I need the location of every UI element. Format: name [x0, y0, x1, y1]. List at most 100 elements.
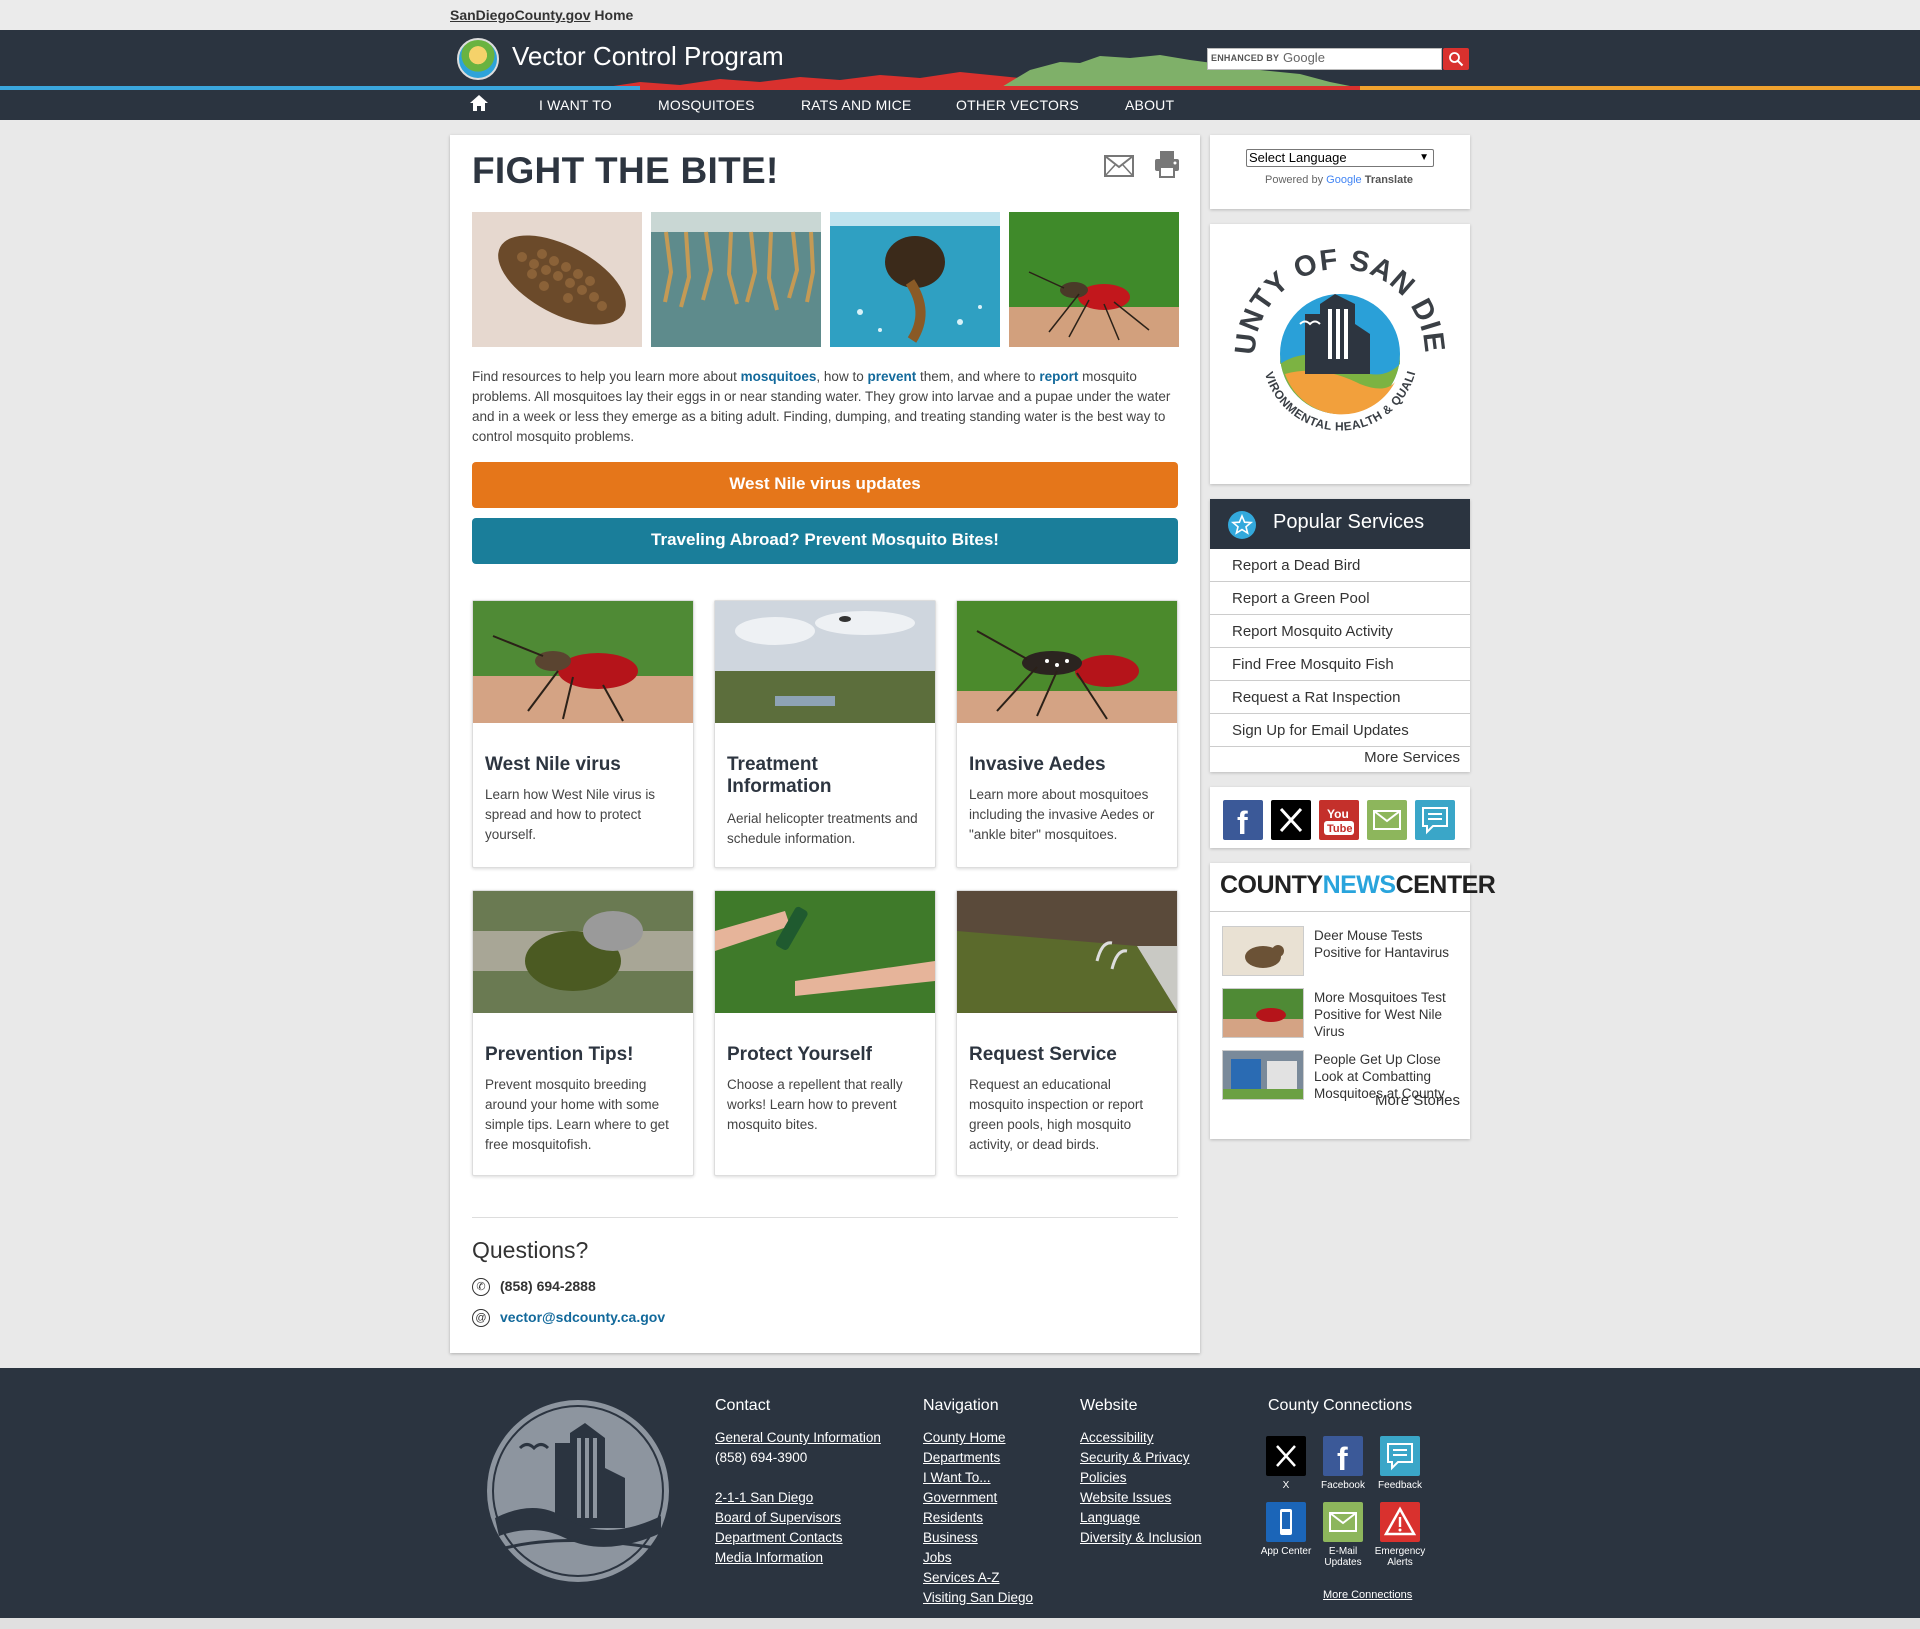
footer-link[interactable]: I Want To...	[923, 1470, 991, 1485]
service-item[interactable]: Sign Up for Email Updates	[1210, 714, 1470, 747]
traveling-abroad-button[interactable]: Traveling Abroad? Prevent Mosquito Bites…	[472, 518, 1178, 564]
nav-mosquitoes[interactable]: MOSQUITOES	[658, 97, 755, 113]
service-item-label[interactable]: Sign Up for Email Updates	[1232, 722, 1409, 739]
youtube-icon[interactable]: You Tube	[1319, 800, 1359, 840]
county-news-center-logo[interactable]: COUNTYNEWSCENTER	[1220, 871, 1496, 900]
service-item[interactable]: Find Free Mosquito Fish	[1210, 648, 1470, 681]
facebook-icon[interactable]: f	[1323, 1436, 1363, 1477]
feedback-icon[interactable]	[1415, 800, 1455, 840]
x-icon[interactable]	[1271, 800, 1311, 840]
footer-link[interactable]: Jobs	[923, 1550, 952, 1565]
email-updates-icon[interactable]	[1323, 1502, 1363, 1542]
card-text: Learn more about mosquitoes including th…	[969, 787, 1155, 842]
service-item[interactable]: Report a Dead Bird	[1210, 549, 1470, 582]
service-item[interactable]: Report Mosquito Activity	[1210, 615, 1470, 648]
service-item-label[interactable]: Request a Rat Inspection	[1232, 689, 1400, 706]
service-item[interactable]: Report a Green Pool	[1210, 582, 1470, 615]
news-thumb-deer-mouse[interactable]	[1222, 926, 1304, 976]
print-icon[interactable]	[1154, 150, 1180, 178]
site-title[interactable]: Vector Control Program	[512, 41, 784, 72]
footer-link[interactable]: Services A-Z	[923, 1570, 1000, 1585]
footer-link[interactable]: General County Information	[715, 1430, 881, 1445]
nav-i-want-to[interactable]: I WANT TO	[539, 97, 612, 113]
at-icon: @	[472, 1309, 490, 1327]
card-protect-yourself[interactable]: Protect Yourself Choose a repellent that…	[714, 890, 936, 1176]
search-input[interactable]: ENHANCED BY Google	[1207, 48, 1442, 70]
footer-link[interactable]: Diversity & Inclusion	[1080, 1530, 1202, 1545]
translate-link[interactable]: Translate	[1365, 174, 1413, 186]
home-icon[interactable]	[469, 93, 489, 113]
card-prevention-tips[interactable]: Prevention Tips! Prevent mosquito breedi…	[472, 890, 694, 1176]
footer-link[interactable]: Visiting San Diego	[923, 1590, 1033, 1605]
nav-other-vectors[interactable]: OTHER VECTORS	[956, 97, 1079, 113]
email-icon[interactable]	[1367, 800, 1407, 840]
x-icon[interactable]	[1266, 1436, 1306, 1476]
powered-by-label: Powered by	[1265, 174, 1324, 186]
questions-heading: Questions?	[472, 1237, 589, 1263]
site-header: Vector Control Program ENHANCED BY Googl…	[0, 30, 1920, 90]
footer-link[interactable]: Policies	[1080, 1470, 1127, 1485]
footer-link[interactable]: Language	[1080, 1510, 1140, 1525]
footer-link[interactable]: Government	[923, 1490, 997, 1505]
email-link[interactable]: vector@sdcounty.ca.gov	[500, 1309, 665, 1325]
language-select[interactable]: Select Language ▼	[1246, 149, 1434, 167]
news-item-title[interactable]: More Mosquitoes Test Positive for West N…	[1314, 989, 1464, 1040]
more-services-link[interactable]: More Services	[1364, 749, 1460, 766]
county-home-link[interactable]: SanDiegoCounty.gov Home	[450, 7, 633, 23]
card-title[interactable]: Invasive Aedes	[969, 754, 1169, 776]
footer-link[interactable]: County Home	[923, 1430, 1006, 1445]
news-thumb-mosquito[interactable]	[1222, 988, 1304, 1038]
news-thumb-event[interactable]	[1222, 1050, 1304, 1100]
intro-paragraph: Find resources to help you learn more ab…	[472, 367, 1178, 447]
card-title[interactable]: Treatment Information	[727, 754, 927, 798]
divider	[1210, 911, 1470, 912]
app-center-icon[interactable]	[1266, 1502, 1306, 1542]
card-treatment-information[interactable]: Treatment Information Aerial helicopter …	[714, 600, 936, 868]
more-connections-link[interactable]: More Connections	[1323, 1585, 1412, 1605]
news-item-title[interactable]: Deer Mouse Tests Positive for Hantavirus	[1314, 927, 1464, 961]
nav-rats-and-mice[interactable]: RATS AND MICE	[801, 97, 911, 113]
footer-link[interactable]: Department Contacts	[715, 1530, 843, 1545]
feedback-icon[interactable]	[1380, 1436, 1420, 1476]
footer-contact-list: General County Information (858) 694-390…	[715, 1428, 881, 1568]
footer-link[interactable]: Business	[923, 1530, 978, 1545]
county-site-link[interactable]: SanDiegoCounty.gov	[450, 7, 591, 23]
footer-link[interactable]: Media Information	[715, 1550, 823, 1565]
email-page-icon[interactable]	[1104, 155, 1134, 177]
facebook-icon[interactable]: f	[1223, 800, 1263, 841]
card-title[interactable]: Prevention Tips!	[485, 1044, 685, 1066]
service-item[interactable]: Request a Rat Inspection	[1210, 681, 1470, 714]
emergency-alert-icon[interactable]	[1380, 1502, 1420, 1542]
footer-link[interactable]: Security & Privacy	[1080, 1450, 1190, 1465]
search-enhanced-label: ENHANCED BY	[1211, 53, 1280, 63]
footer-link[interactable]: Residents	[923, 1510, 983, 1525]
report-link[interactable]: report	[1039, 369, 1078, 384]
footer-link[interactable]: Departments	[923, 1450, 1000, 1465]
county-seal-logo[interactable]	[485, 1398, 671, 1584]
card-west-nile-virus[interactable]: West Nile virus Learn how West Nile viru…	[472, 600, 694, 868]
west-nile-updates-button[interactable]: West Nile virus updates	[472, 462, 1178, 508]
card-title[interactable]: Protect Yourself	[727, 1044, 927, 1066]
footer-link[interactable]: Board of Supervisors	[715, 1510, 841, 1525]
service-item-label[interactable]: Find Free Mosquito Fish	[1232, 656, 1394, 673]
card-title[interactable]: Request Service	[969, 1044, 1169, 1066]
service-item-label[interactable]: Report a Dead Bird	[1232, 557, 1360, 574]
more-stories-link[interactable]: More Stories	[1375, 1092, 1460, 1109]
search-button[interactable]	[1443, 48, 1469, 70]
footer-link[interactable]: Accessibility	[1080, 1430, 1154, 1445]
footer-link[interactable]: Website Issues	[1080, 1490, 1171, 1505]
card-invasive-aedes[interactable]: Invasive Aedes Learn more about mosquito…	[956, 600, 1178, 868]
mosquitoes-link[interactable]: mosquitoes	[741, 369, 817, 384]
service-item-label[interactable]: Report a Green Pool	[1232, 590, 1370, 607]
card-title[interactable]: West Nile virus	[485, 754, 685, 776]
service-item-label[interactable]: Report Mosquito Activity	[1232, 623, 1393, 640]
svg-text:Tube: Tube	[1327, 823, 1352, 835]
nav-about[interactable]: ABOUT	[1125, 97, 1174, 113]
card-request-service[interactable]: Request Service Request an educational m…	[956, 890, 1178, 1176]
ehq-logo[interactable]: COUNTY OF SAN DIEGO ENVIRONMENTAL HEALTH…	[1198, 199, 1470, 484]
program-logo[interactable]	[457, 38, 499, 80]
footer-link[interactable]: 2-1-1 San Diego	[715, 1490, 813, 1505]
top-strip	[0, 0, 1920, 30]
mosquito-eggs-image	[472, 212, 642, 347]
prevent-link[interactable]: prevent	[867, 369, 916, 384]
